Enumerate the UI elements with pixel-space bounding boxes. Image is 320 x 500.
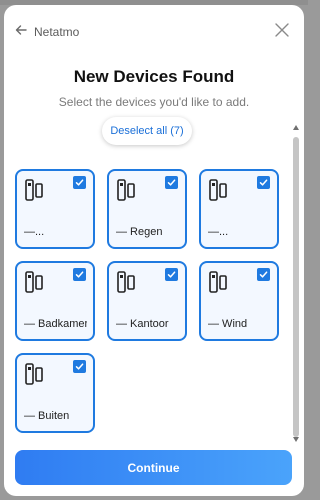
device-label: — Buiten [24,410,70,422]
page-title: New Devices Found [73,67,235,86]
door-sensor-icon [25,178,45,202]
device-list-scroll-area[interactable]: —... — Regen —... — Badkamer — Kantoor — Wind… [4,120,304,445]
device-card[interactable]: —... [199,169,279,249]
door-sensor-icon [209,178,229,202]
device-card[interactable]: — Wind [199,261,279,341]
device-card[interactable]: — Regen [107,169,187,249]
device-label: — Wind [208,318,248,330]
checkbox-checked-icon[interactable] [165,176,178,189]
checkbox-checked-icon[interactable] [165,268,178,281]
device-label: — Kantoor [116,318,169,330]
device-card[interactable]: — Badkamer [15,261,95,341]
device-label: — Regen [116,226,163,238]
device-label: —... [208,226,229,238]
back-label: Netatmo [34,24,80,39]
checkbox-checked-icon[interactable] [257,268,270,281]
checkbox-checked-icon[interactable] [73,176,86,189]
scrollbar[interactable] [292,123,300,443]
back-button[interactable]: Netatmo [14,23,79,40]
door-sensor-icon [25,362,45,386]
device-card[interactable]: — Kantoor [107,261,187,341]
continue-button[interactable]: Continue [15,450,292,485]
close-button[interactable] [274,22,290,38]
device-card[interactable]: —... [15,169,95,249]
door-sensor-icon [117,178,137,202]
scroll-down-arrow[interactable] [292,435,300,443]
page-subtitle: Select the devices you'd like to add. [58,95,250,109]
deselect-all-button[interactable]: Deselect all (7) [102,117,192,145]
device-label: — Badkamer [24,318,87,330]
checkbox-checked-icon[interactable] [73,268,86,281]
scroll-thumb[interactable] [293,137,299,437]
scroll-up-arrow[interactable] [292,123,300,131]
arrow-left-icon [14,23,28,40]
close-icon [274,23,290,42]
checkbox-checked-icon[interactable] [257,176,270,189]
door-sensor-icon [117,270,137,294]
checkbox-checked-icon[interactable] [73,360,86,373]
door-sensor-icon [209,270,229,294]
device-card[interactable]: — Buiten [15,353,95,433]
door-sensor-icon [25,270,45,294]
device-label: —... [24,226,45,238]
modal-header: Netatmo [4,5,304,59]
add-devices-modal: Netatmo New Devices Found Select the dev… [4,5,304,496]
